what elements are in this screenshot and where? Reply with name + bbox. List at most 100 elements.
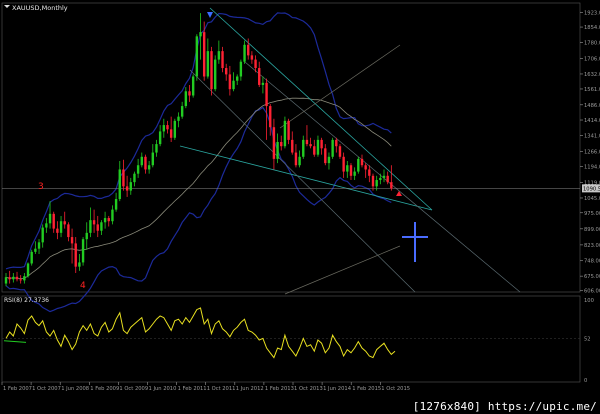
candle-body [364, 165, 367, 170]
time-axis-label: 1 Feb 2013 [265, 386, 294, 392]
price-axis-label: 899.00 [584, 227, 600, 233]
candle-body [30, 251, 33, 264]
candle-body [195, 36, 199, 77]
candle-body [371, 175, 375, 187]
candle-body [19, 279, 22, 281]
candle-body [390, 182, 393, 189]
candle-body [85, 232, 88, 240]
candle-body [114, 199, 118, 210]
candle-body [331, 139, 334, 157]
candle-body [298, 156, 301, 166]
time-axis-label: 1 Feb 2015 [352, 386, 381, 392]
candle-body [276, 141, 279, 159]
candle-body [254, 59, 257, 69]
candle-body [206, 51, 210, 77]
candle-body [100, 222, 103, 231]
price-axis-label: 1414.00 [584, 118, 600, 124]
rsi-pane-frame [1, 295, 581, 383]
price-axis-label: 1780.00 [584, 41, 600, 47]
candle-body [239, 61, 243, 77]
bollinger-lower-band [5, 106, 392, 313]
chart-canvas[interactable]: 3 4 XAUUSD,Monthly 1923.00 1854.00 1780.00 170… [0, 0, 600, 414]
candle-body [382, 175, 386, 178]
candle-body [342, 156, 345, 172]
channel-line-2[interactable] [244, 61, 521, 293]
candle-body [250, 55, 254, 60]
time-axis-label: 1 Oct 2009 [119, 386, 148, 392]
candle-body [232, 80, 235, 90]
candle-body [177, 116, 180, 121]
upper-downtrend-line[interactable] [209, 7, 433, 211]
price-axis-label: 1341.00 [584, 133, 600, 139]
candle-body [56, 228, 59, 233]
candle-body [309, 144, 312, 147]
candle-body [316, 139, 320, 155]
time-axis-label: 1 Feb 2011 [178, 386, 207, 392]
candle-body [353, 171, 356, 176]
candle-body [140, 156, 143, 166]
metatrader-chart-window: 3 4 XAUUSD,Monthly 1923.00 1854.00 1780.00 170… [0, 0, 600, 414]
candle-body [236, 76, 239, 81]
candle-body [103, 218, 107, 223]
candle-body [349, 165, 353, 176]
candle-body [294, 152, 298, 166]
channel-line-1[interactable] [189, 69, 416, 293]
candle-body [147, 165, 151, 170]
time-axis-label: 1 Jun 2008 [61, 386, 89, 392]
up-arrow-marker-icon [396, 191, 402, 196]
candle-body [272, 127, 276, 159]
watermark-text: [1276x840] https://upic.me/ [412, 400, 597, 413]
candle-body [12, 276, 15, 280]
candle-body [48, 213, 52, 224]
candle-body [335, 139, 338, 147]
candle-body [34, 248, 37, 252]
candle-body [52, 213, 55, 229]
time-axis-label: 1 Oct 2013 [294, 386, 323, 392]
candle-body [89, 220, 92, 233]
price-axis-label: 1632.00 [584, 72, 600, 78]
time-axis-label: 1 Jun 2014 [323, 386, 352, 392]
candle-body [118, 169, 121, 200]
time-axis-label: 1 Oct 2015 [381, 386, 410, 392]
candle-body [63, 221, 66, 225]
candle-body [283, 120, 287, 147]
candle-body [305, 139, 309, 145]
candle-body [199, 32, 202, 37]
rsi-line [5, 307, 396, 359]
candle-body [287, 120, 290, 140]
down-arrow-marker-icon [207, 12, 213, 18]
candle-body [327, 156, 331, 164]
price-axis-label: 675.00 [584, 274, 600, 280]
rsi-indicator-title: RSI(8) 27.3736 [4, 297, 49, 304]
price-axis-label: 1194.00 [584, 165, 600, 171]
price-axis-label: 748.00 [584, 259, 600, 265]
candle-body [291, 139, 294, 153]
price-axis-label: 606.00 [584, 289, 600, 295]
lower-wedge-line[interactable] [179, 145, 433, 211]
candle-body [4, 277, 8, 284]
price-axis-label: 1561.00 [584, 87, 600, 93]
candle-body [111, 209, 114, 222]
candle-body [360, 158, 364, 166]
symbol-dropdown-icon[interactable] [4, 5, 10, 8]
candle-body [269, 106, 272, 128]
ma-projection-lower [284, 245, 401, 295]
candle-body [368, 169, 371, 176]
candle-body [15, 276, 19, 280]
candle-body [162, 125, 166, 132]
candle-body [155, 144, 158, 153]
candle-body [221, 51, 224, 69]
time-axis-label: 1 Feb 2007 [3, 386, 32, 392]
candle-body [261, 82, 265, 85]
candle-body [180, 106, 184, 117]
time-axis-label: 1 Jun 2010 [149, 386, 177, 392]
candle-body [313, 146, 316, 155]
candle-body [133, 173, 136, 183]
wave-label-3: 3 [38, 182, 44, 192]
candle-body [346, 165, 349, 172]
candle-body [357, 158, 360, 172]
price-axis-label: 975.00 [584, 211, 600, 217]
chart-symbol-title: XAUUSD,Monthly [12, 4, 68, 12]
candle-body [217, 51, 221, 60]
candle-body [144, 156, 147, 170]
